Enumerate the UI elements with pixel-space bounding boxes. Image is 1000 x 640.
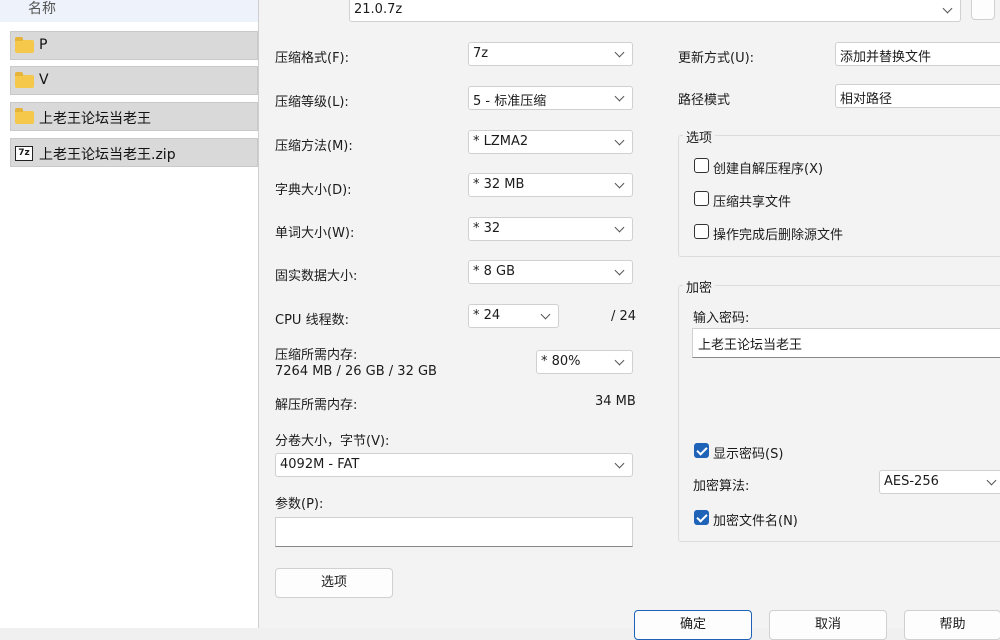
volume-value: 4092M - FAT: [280, 457, 360, 472]
chevron-down-icon: [614, 47, 625, 58]
browse-button[interactable]: [971, 0, 995, 20]
file-row-folder[interactable]: 上老王论坛当老王: [10, 102, 258, 131]
chevron-down-icon: [540, 309, 551, 320]
format-label: 压缩格式(F):: [275, 51, 350, 66]
update-label: 更新方式(U):: [678, 51, 755, 66]
show-password-checkbox[interactable]: [694, 443, 709, 458]
path-value: 相对路径: [840, 92, 893, 107]
chevron-down-icon: [614, 135, 625, 146]
sfx-checkbox[interactable]: [694, 158, 709, 173]
solid-select[interactable]: * 8 GB: [468, 260, 633, 284]
delete-source-label: 操作完成后删除源文件: [713, 228, 844, 243]
column-header-label: 名称: [28, 1, 56, 17]
archive-name-value: 21.0.7z: [354, 2, 403, 17]
algo-label: 加密算法:: [693, 479, 750, 494]
password-input[interactable]: 上老王论坛当老王: [692, 328, 1000, 358]
solid-value: * 8 GB: [473, 264, 516, 279]
params-label: 参数(P):: [275, 497, 324, 512]
method-label: 压缩方法(M):: [275, 139, 353, 154]
encryption-group-title: 加密: [683, 277, 716, 296]
algo-value: AES-256: [884, 474, 939, 489]
chevron-down-icon[interactable]: [942, 3, 953, 14]
threads-value: * 24: [473, 308, 501, 323]
sfx-label: 创建自解压程序(X): [713, 162, 824, 177]
encrypt-names-checkbox[interactable]: [694, 510, 709, 525]
method-value: * LZMA2: [473, 134, 529, 149]
volume-select[interactable]: 4092M - FAT: [275, 453, 633, 477]
mem-value: 7264 MB / 26 GB / 32 GB: [275, 364, 437, 379]
path-select[interactable]: 相对路径: [835, 84, 1000, 108]
level-label: 压缩等级(L):: [275, 95, 349, 110]
password-label: 输入密码:: [693, 311, 750, 326]
file-list-pane: 名称 P V 上老王论坛当老王 7z 上老王论坛当老王.zip: [0, 0, 258, 628]
folder-icon: [15, 37, 34, 53]
options-group-title: 选项: [683, 127, 716, 146]
add-to-archive-dialog: 21.0.7z 压缩格式(F): 7z 压缩等级(L): 5 - 标准压缩 压缩…: [258, 0, 1000, 640]
file-name: 上老王论坛当老王.zip: [39, 147, 176, 163]
mem-percent-select[interactable]: * 80%: [536, 350, 633, 374]
dict-value: * 32 MB: [473, 177, 525, 192]
options-button[interactable]: 选项: [275, 568, 393, 598]
file-name: 上老王论坛当老王: [39, 111, 151, 127]
threads-max: / 24: [611, 309, 637, 324]
help-button[interactable]: 帮助: [904, 610, 1000, 640]
solid-label: 固实数据大小:: [275, 269, 358, 284]
mem-percent-value: * 80%: [541, 354, 581, 369]
chevron-down-icon: [614, 355, 625, 366]
column-header-name[interactable]: 名称: [0, 0, 258, 22]
decomp-label: 解压所需内存:: [275, 398, 358, 413]
update-value: 添加并替换文件: [840, 50, 932, 65]
chevron-down-icon: [614, 222, 625, 233]
zip-icon: 7z: [15, 146, 33, 161]
chevron-down-icon: [614, 458, 625, 469]
params-input[interactable]: [275, 517, 633, 547]
path-label: 路径模式: [678, 93, 731, 108]
archive-name-combo[interactable]: 21.0.7z: [349, 0, 961, 22]
file-row-zip[interactable]: 7z 上老王论坛当老王.zip: [10, 138, 258, 167]
chevron-down-icon: [614, 178, 625, 189]
level-select[interactable]: 5 - 标准压缩: [468, 86, 633, 110]
threads-label: CPU 线程数:: [275, 313, 349, 328]
format-value: 7z: [473, 46, 489, 61]
folder-icon: [15, 72, 34, 88]
delete-source-checkbox[interactable]: [694, 224, 709, 239]
threads-select[interactable]: * 24: [468, 304, 559, 328]
format-select[interactable]: 7z: [468, 42, 633, 66]
ok-button[interactable]: 确定: [634, 610, 752, 640]
word-label: 单词大小(W):: [275, 226, 355, 241]
shared-checkbox[interactable]: [694, 191, 709, 206]
chevron-down-icon: [614, 265, 625, 276]
chevron-down-icon: [986, 475, 997, 486]
encrypt-names-label: 加密文件名(N): [713, 514, 798, 529]
dict-label: 字典大小(D):: [275, 183, 352, 198]
folder-icon: [15, 108, 34, 124]
file-row-p[interactable]: P: [10, 31, 258, 60]
word-select[interactable]: * 32: [468, 217, 633, 241]
chevron-down-icon: [614, 91, 625, 102]
volume-label: 分卷大小，字节(V):: [275, 434, 390, 449]
level-value: 5 - 标准压缩: [473, 94, 547, 109]
file-name: P: [39, 37, 48, 53]
decomp-value: 34 MB: [595, 394, 636, 409]
word-value: * 32: [473, 221, 501, 236]
dict-select[interactable]: * 32 MB: [468, 173, 633, 197]
file-row-v[interactable]: V: [10, 66, 258, 95]
cancel-button[interactable]: 取消: [769, 610, 887, 640]
update-select[interactable]: 添加并替换文件: [835, 42, 1000, 66]
file-name: V: [39, 72, 49, 88]
mem-label: 压缩所需内存:: [275, 348, 358, 363]
method-select[interactable]: * LZMA2: [468, 130, 633, 154]
algo-select[interactable]: AES-256: [879, 470, 1000, 494]
password-value: 上老王论坛当老王: [698, 338, 803, 353]
shared-label: 压缩共享文件: [713, 195, 792, 210]
show-password-label: 显示密码(S): [713, 447, 784, 462]
